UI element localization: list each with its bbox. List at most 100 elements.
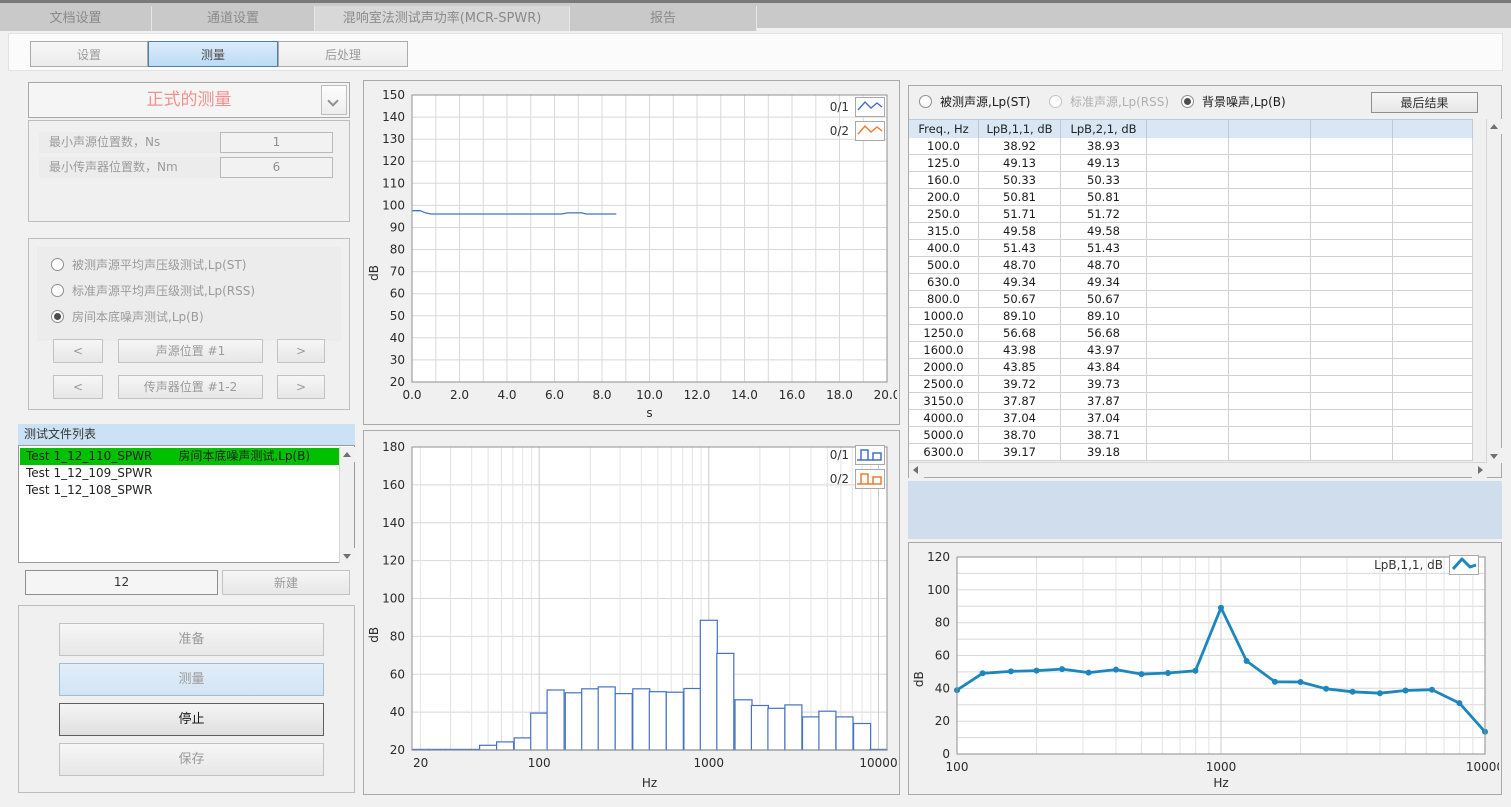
lpb-result-chart[interactable]: 020406080100120100100010000HzdB bbox=[911, 545, 1499, 795]
spectrum-chart-legend[interactable]: 0/1 0/2 bbox=[830, 445, 885, 493]
table-row[interactable]: 500.048.7048.70 bbox=[909, 257, 1473, 274]
list-item[interactable]: Test 1_12_109_SPWR bbox=[20, 465, 339, 482]
table-row[interactable]: 800.050.6750.67 bbox=[909, 291, 1473, 308]
stop-button[interactable]: 停止 bbox=[59, 703, 324, 736]
table-cell: 5000.0 bbox=[909, 427, 979, 443]
test-type-radio-3[interactable]: 房间本底噪声测试,Lp(B) bbox=[51, 309, 204, 327]
position-prev-button[interactable]: < bbox=[53, 375, 103, 399]
table-cell bbox=[1393, 189, 1473, 205]
svg-text:8.0: 8.0 bbox=[592, 388, 611, 402]
svg-text:1000: 1000 bbox=[1206, 760, 1237, 774]
result-source-radio-3[interactable]: 背景噪声,Lp(B) bbox=[1181, 94, 1286, 112]
svg-text:120: 120 bbox=[382, 154, 405, 168]
field-value-1[interactable]: 1 bbox=[220, 132, 333, 153]
table-row[interactable]: 3150.037.8737.87 bbox=[909, 393, 1473, 410]
legend-entry[interactable]: 0/1 bbox=[830, 445, 885, 465]
table-row[interactable]: 160.050.3350.33 bbox=[909, 172, 1473, 189]
table-row[interactable]: 6300.039.1739.18 bbox=[909, 444, 1473, 461]
legend-entry[interactable]: 0/2 bbox=[830, 121, 885, 141]
prepare-button[interactable]: 准备 bbox=[59, 623, 324, 656]
table-cell: 50.81 bbox=[979, 189, 1061, 205]
list-item[interactable]: Test 1_12_108_SPWR bbox=[20, 482, 339, 499]
lpb-chart-legend[interactable]: LpB,1,1, dB bbox=[1374, 555, 1479, 579]
list-item[interactable]: Test 1_12_110_SPWR房间本底噪声测试,Lp(B) bbox=[20, 448, 339, 465]
scroll-down-icon[interactable] bbox=[340, 548, 355, 563]
subtab-2[interactable]: 测量 bbox=[148, 41, 278, 67]
test-file-list[interactable]: Test 1_12_110_SPWR房间本底噪声测试,Lp(B)Test 1_1… bbox=[18, 445, 355, 563]
scroll-down-icon[interactable] bbox=[1487, 448, 1502, 463]
measure-button[interactable]: 测量 bbox=[59, 663, 324, 696]
table-hscrollbar[interactable] bbox=[909, 462, 1487, 477]
microphone-position-button[interactable]: 传声器位置 #1-2 bbox=[118, 375, 263, 399]
table-row[interactable]: 315.049.5849.58 bbox=[909, 223, 1473, 240]
file-list-scrollbar[interactable] bbox=[339, 447, 354, 563]
table-row[interactable]: 1250.056.6856.68 bbox=[909, 325, 1473, 342]
test-type-radio-2[interactable]: 标准声源平均声压级测试,Lp(RSS) bbox=[51, 283, 255, 301]
table-cell bbox=[1229, 223, 1311, 239]
svg-text:140: 140 bbox=[382, 110, 405, 124]
table-row[interactable]: 400.051.4351.43 bbox=[909, 240, 1473, 257]
time-history-chart[interactable]: 20304050607080901001101201301401500.02.0… bbox=[366, 83, 897, 425]
table-row[interactable]: 2000.043.8543.84 bbox=[909, 359, 1473, 376]
field-value-2[interactable]: 6 bbox=[220, 157, 333, 178]
new-file-button[interactable]: 新建 bbox=[222, 570, 350, 595]
field-label-2: 最小传声器位置数，Nm bbox=[39, 157, 224, 178]
subtab-3[interactable]: 后处理 bbox=[278, 41, 408, 67]
table-row[interactable]: 1000.089.1089.10 bbox=[909, 308, 1473, 325]
table-cell bbox=[1311, 138, 1393, 154]
source-position-button[interactable]: 声源位置 #1 bbox=[118, 339, 263, 363]
save-button[interactable]: 保存 bbox=[59, 743, 324, 776]
tab-2[interactable]: 通道设置 bbox=[152, 6, 315, 31]
svg-text:20: 20 bbox=[413, 756, 428, 770]
legend-label: 0/2 bbox=[830, 472, 849, 486]
scroll-right-icon[interactable] bbox=[1472, 463, 1487, 478]
table-row[interactable]: 4000.037.0437.04 bbox=[909, 410, 1473, 427]
dropdown-arrow-button[interactable] bbox=[321, 85, 347, 115]
time-chart-legend[interactable]: 0/10/2 bbox=[830, 97, 885, 145]
table-cell: 4000.0 bbox=[909, 410, 979, 426]
scroll-up-icon[interactable] bbox=[1487, 119, 1502, 134]
table-row[interactable]: 125.049.1349.13 bbox=[909, 155, 1473, 172]
subtab-1[interactable]: 设置 bbox=[30, 41, 148, 67]
table-row[interactable]: 630.049.3449.34 bbox=[909, 274, 1473, 291]
scroll-up-icon[interactable] bbox=[340, 447, 355, 462]
scroll-left-icon[interactable] bbox=[909, 463, 924, 478]
table-row[interactable]: 5000.038.7038.71 bbox=[909, 427, 1473, 444]
table-cell bbox=[1229, 393, 1311, 409]
table-cell: 6300.0 bbox=[909, 444, 979, 460]
svg-text:1000: 1000 bbox=[694, 756, 725, 770]
table-cell: 50.67 bbox=[979, 291, 1061, 307]
table-cell bbox=[1147, 308, 1229, 324]
final-result-button[interactable]: 最后结果 bbox=[1371, 92, 1478, 113]
table-row[interactable]: 200.050.8150.81 bbox=[909, 189, 1473, 206]
position-next-button[interactable]: > bbox=[277, 375, 325, 399]
test-type-radio-1[interactable]: 被测声源平均声压级测试,Lp(ST) bbox=[51, 257, 246, 275]
table-row[interactable]: 250.051.7151.72 bbox=[909, 206, 1473, 223]
table-cell bbox=[1229, 138, 1311, 154]
measurement-mode-dropdown[interactable]: 正式的测量 bbox=[28, 82, 350, 118]
legend-entry[interactable]: 0/1 bbox=[830, 97, 885, 117]
svg-text:180: 180 bbox=[382, 440, 405, 454]
table-cell: 200.0 bbox=[909, 189, 979, 205]
table-vscrollbar[interactable] bbox=[1486, 119, 1501, 463]
result-source-radio-2[interactable]: 标准声源,Lp(RSS) bbox=[1049, 94, 1169, 112]
legend-entry[interactable]: 0/2 bbox=[830, 469, 885, 489]
file-count-field[interactable]: 12 bbox=[25, 570, 218, 595]
table-row[interactable]: 2500.039.7239.73 bbox=[909, 376, 1473, 393]
tab-4[interactable]: 报告 bbox=[570, 6, 757, 31]
table-row[interactable]: 1600.043.9843.97 bbox=[909, 342, 1473, 359]
tab-3[interactable]: 混响室法测试声功率(MCR-SPWR) bbox=[315, 6, 570, 31]
radio-label: 被测声源平均声压级测试,Lp(ST) bbox=[72, 258, 246, 272]
result-source-radio-1[interactable]: 被测声源,Lp(ST) bbox=[919, 94, 1030, 112]
position-next-button[interactable]: > bbox=[277, 339, 325, 363]
legend-entry[interactable]: LpB,1,1, dB bbox=[1374, 555, 1479, 575]
table-cell bbox=[1311, 308, 1393, 324]
svg-text:110: 110 bbox=[382, 176, 405, 190]
tab-1[interactable]: 文档设置 bbox=[0, 6, 152, 31]
spectrum-bar-chart[interactable]: 2040608010012014016018020100100010000Hzd… bbox=[366, 433, 897, 795]
table-row[interactable]: 100.038.9238.93 bbox=[909, 138, 1473, 155]
position-prev-button[interactable]: < bbox=[53, 339, 103, 363]
table-header-cell bbox=[1311, 120, 1393, 138]
table-cell bbox=[1311, 342, 1393, 358]
file-name: Test 1_12_109_SPWR bbox=[26, 466, 152, 480]
